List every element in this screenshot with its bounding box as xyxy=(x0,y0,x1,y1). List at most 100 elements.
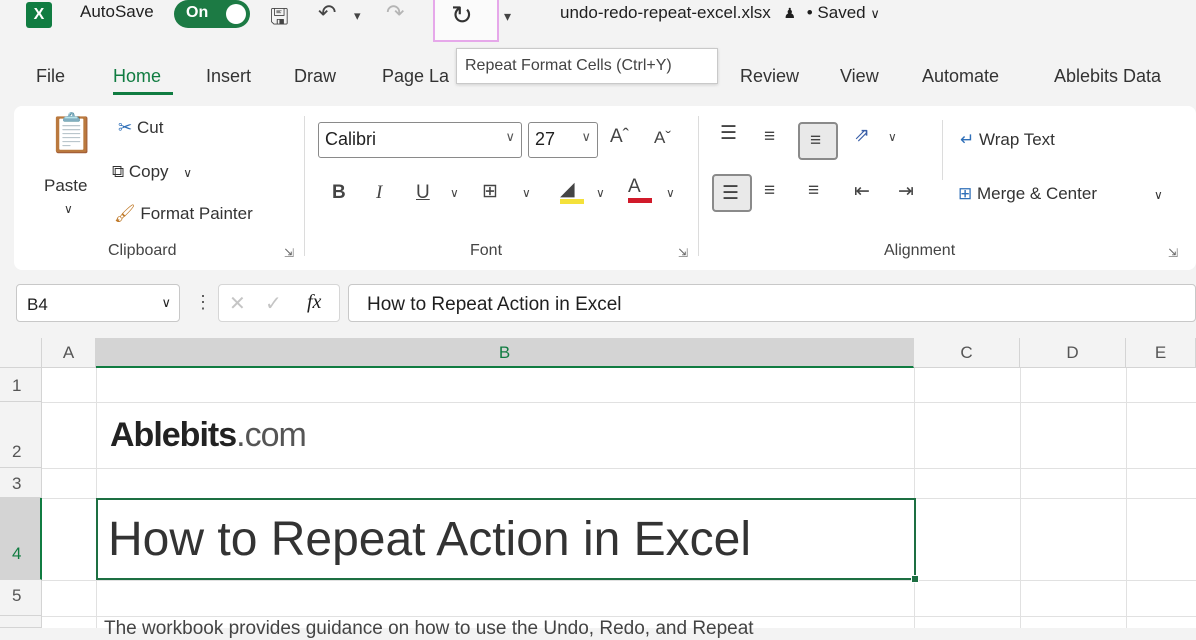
tab-ablebits-data[interactable]: Ablebits Data xyxy=(1054,66,1161,87)
italic-button[interactable]: I xyxy=(376,182,382,204)
alignment-group-label: Alignment xyxy=(884,242,956,259)
more-options-icon[interactable]: ⋮ xyxy=(194,292,212,313)
row-header-1[interactable]: 1 xyxy=(0,368,42,402)
column-header-e[interactable]: E xyxy=(1126,338,1196,368)
decrease-font-size-icon[interactable]: Aˇ xyxy=(654,128,671,148)
increase-indent-icon[interactable]: ⇥ xyxy=(898,180,914,203)
align-right-icon[interactable]: ≡ xyxy=(808,180,819,202)
logo-brand: Ablebits xyxy=(110,416,237,454)
autosave-toggle[interactable]: On xyxy=(174,0,250,28)
align-left-button[interactable]: ☰ xyxy=(712,174,752,212)
format-painter-button[interactable]: 🖌 Format Painter xyxy=(114,204,253,224)
undo-icon[interactable]: ↶ xyxy=(318,0,336,26)
fill-color-icon[interactable]: ◢ xyxy=(560,178,584,204)
copy-icon: ⧉ xyxy=(112,162,125,181)
tab-automate[interactable]: Automate xyxy=(922,66,999,87)
repeat-tooltip: Repeat Format Cells (Ctrl+Y) xyxy=(456,48,718,84)
middle-align-icon[interactable]: ≡ xyxy=(764,126,775,148)
tab-view[interactable]: View xyxy=(840,66,879,87)
column-header-b[interactable]: B xyxy=(96,338,914,368)
borders-icon[interactable]: ⊞ xyxy=(482,180,498,203)
row-header-2[interactable]: 2 xyxy=(0,402,42,468)
format-painter-label: Format Painter xyxy=(140,204,253,223)
column-header-a[interactable]: A xyxy=(42,338,96,368)
underline-button[interactable]: U xyxy=(416,182,430,204)
share-person-icon: ♟ xyxy=(783,5,797,21)
row-header-6[interactable] xyxy=(0,616,42,628)
column-header-d[interactable]: D xyxy=(1020,338,1126,368)
alignment-launcher-icon[interactable]: ⇲ xyxy=(1168,246,1178,260)
select-all-corner[interactable] xyxy=(0,338,42,368)
merge-center-button[interactable]: ⊞ Merge & Center xyxy=(958,184,1097,204)
bottom-align-button[interactable]: ≡ xyxy=(798,122,838,160)
name-box-value: B4 xyxy=(27,295,48,314)
toggle-knob xyxy=(226,4,246,24)
column-header-c[interactable]: C xyxy=(914,338,1020,368)
underline-dropdown-icon[interactable]: ∨ xyxy=(450,186,459,200)
paste-dropdown-icon[interactable]: ∨ xyxy=(64,202,73,216)
gridline xyxy=(42,468,1196,469)
repeat-button[interactable]: ↻ xyxy=(433,0,499,42)
formula-controls: ✕ ✓ fx xyxy=(218,284,340,322)
clipboard-launcher-icon[interactable]: ⇲ xyxy=(284,246,294,260)
align-left-icon: ☰ xyxy=(722,183,740,204)
cut-label: Cut xyxy=(136,118,164,137)
cell-b6-text: The workbook provides guidance on how to… xyxy=(104,618,754,639)
formula-input[interactable]: How to Repeat Action in Excel xyxy=(348,284,1196,322)
font-launcher-icon[interactable]: ⇲ xyxy=(678,246,688,260)
customize-qat-icon[interactable]: ▾ xyxy=(504,8,511,25)
redo-icon[interactable]: ↷ xyxy=(386,0,404,26)
tab-page-layout[interactable]: Page La xyxy=(382,66,449,87)
increase-font-size-icon[interactable]: Aˆ xyxy=(610,126,629,148)
copy-button[interactable]: ⧉ Copy ∨ xyxy=(112,162,192,182)
top-align-icon[interactable]: ☰ xyxy=(720,122,737,145)
font-name-select[interactable]: Calibri ∨ xyxy=(318,122,522,158)
gridline xyxy=(42,580,1196,581)
fill-handle[interactable] xyxy=(911,575,919,583)
insert-function-button[interactable]: fx xyxy=(307,291,321,314)
cut-button[interactable]: ✂ Cut xyxy=(118,118,163,138)
name-box[interactable]: B4 ∨ xyxy=(16,284,180,322)
decrease-indent-icon[interactable]: ⇤ xyxy=(854,180,870,203)
tab-home[interactable]: Home xyxy=(113,66,161,87)
autosave-label: AutoSave xyxy=(80,2,154,21)
orientation-dropdown-icon[interactable]: ∨ xyxy=(888,130,897,144)
font-color-icon[interactable]: A xyxy=(628,176,652,203)
font-color-swatch xyxy=(628,198,652,203)
tab-draw[interactable]: Draw xyxy=(294,66,336,87)
bold-button[interactable]: B xyxy=(332,182,346,204)
tab-file[interactable]: File xyxy=(36,66,65,87)
tab-insert[interactable]: Insert xyxy=(206,66,251,87)
chevron-down-icon: ∨ xyxy=(161,295,171,310)
paste-icon[interactable]: 📋 xyxy=(48,112,95,156)
row-header-4[interactable]: 4 xyxy=(0,498,42,580)
format-painter-icon: 🖌 xyxy=(114,204,136,223)
file-name[interactable]: undo-redo-repeat-excel.xlsx ♟ • Saved ∨ xyxy=(560,3,880,23)
font-size-select[interactable]: 27 ∨ xyxy=(528,122,598,158)
font-name-value: Calibri xyxy=(325,129,377,149)
logo-suffix: .com xyxy=(236,416,307,454)
merge-dropdown-icon[interactable]: ∨ xyxy=(1154,188,1163,202)
fill-color-dropdown-icon[interactable]: ∨ xyxy=(596,186,605,200)
copy-dropdown-icon: ∨ xyxy=(183,166,193,180)
undo-dropdown-icon[interactable]: ▾ xyxy=(354,8,361,24)
font-color-dropdown-icon[interactable]: ∨ xyxy=(666,186,675,200)
align-center-icon[interactable]: ≡ xyxy=(764,180,775,202)
tab-review[interactable]: Review xyxy=(740,66,799,87)
save-icon[interactable]: 🖫 xyxy=(270,0,289,38)
gridline xyxy=(42,402,1196,403)
group-divider xyxy=(304,116,305,256)
bottom-align-icon: ≡ xyxy=(810,130,822,151)
subgroup-divider xyxy=(942,120,943,180)
row-header-3[interactable]: 3 xyxy=(0,468,42,498)
enter-check-icon[interactable]: ✓ xyxy=(265,291,282,316)
paste-button[interactable]: Paste xyxy=(44,176,87,196)
row-header-5[interactable]: 5 xyxy=(0,580,42,616)
wrap-text-button[interactable]: ↵ Wrap Text xyxy=(960,130,1055,150)
cell-b4-heading: How to Repeat Action in Excel xyxy=(108,513,752,566)
borders-dropdown-icon[interactable]: ∨ xyxy=(522,186,531,200)
autosave-state: On xyxy=(186,4,209,21)
orientation-icon[interactable]: ⇗ xyxy=(854,124,870,147)
cancel-icon[interactable]: ✕ xyxy=(229,291,246,316)
gridline xyxy=(1126,368,1127,628)
